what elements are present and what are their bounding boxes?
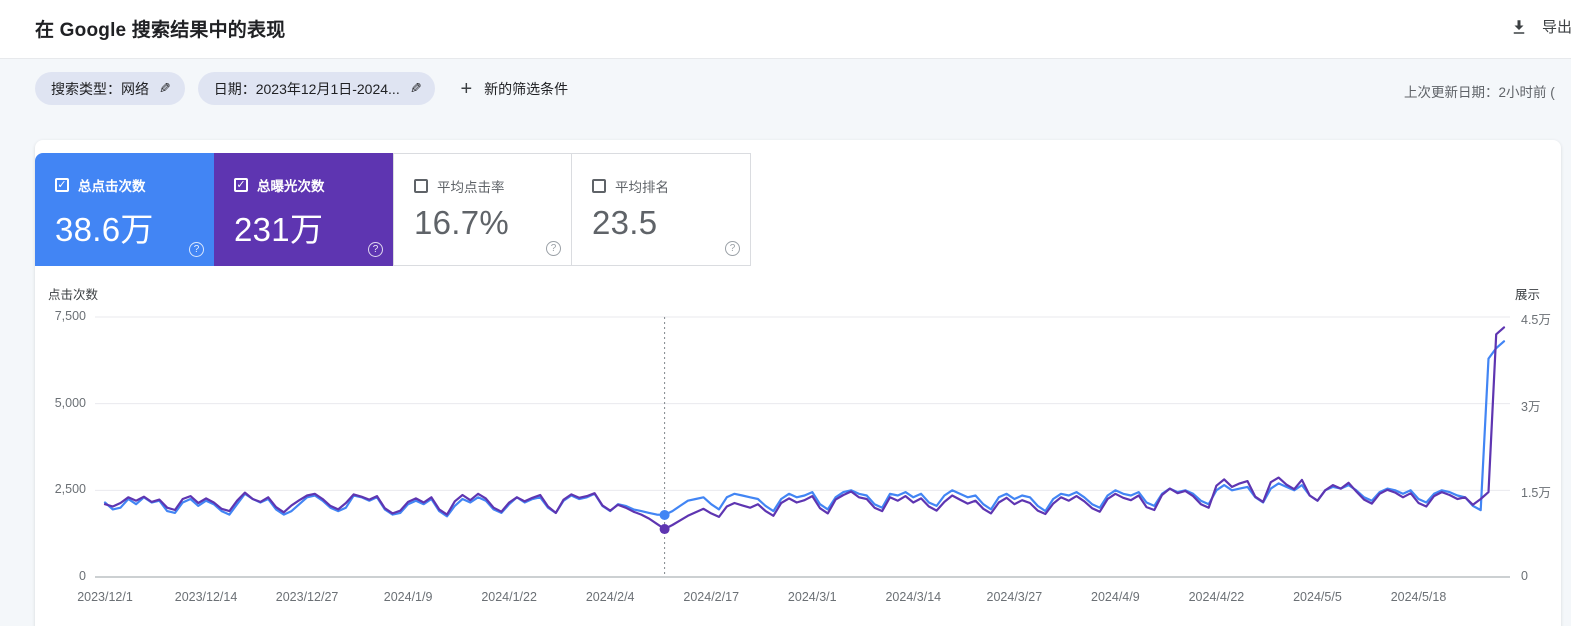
y-axis-tick-right: 0 — [1521, 569, 1528, 583]
performance-line-chart[interactable] — [95, 316, 1510, 578]
edit-pencil-icon[interactable]: ✎ — [159, 80, 171, 97]
filter-row: 搜索类型：网络 ✎ 日期：2023年12月1日-2024... ✎ + 新的筛选… — [35, 72, 568, 105]
chart-plot-area[interactable]: 0 2,500 5,000 7,500 0 1.5万 3万 4.5万 2023/12/1 2023… — [55, 309, 1551, 604]
filter-chip-label: 日期：2023年12月1日-2024... — [213, 80, 400, 97]
filter-chip-search-type[interactable]: 搜索类型：网络 ✎ — [35, 72, 185, 105]
impressions-line — [103, 326, 1506, 531]
y-axis-tick-left: 2,500 — [54, 482, 86, 497]
help-icon[interactable]: ? — [368, 242, 383, 257]
x-axis-tick: 2024/3/14 — [885, 590, 942, 604]
y-axis-tick-right: 3万 — [1521, 399, 1541, 414]
plus-icon: + — [460, 77, 473, 100]
right-axis-title: 展示 — [1514, 288, 1540, 302]
download-icon — [1513, 19, 1525, 34]
x-axis-tick: 2024/1/9 — [383, 590, 433, 604]
x-axis-tick: 2024/1/22 — [481, 590, 537, 604]
x-axis-tick: 2024/2/4 — [585, 590, 635, 604]
metric-tab-average-position[interactable]: 平均排名 23.5 ? — [572, 153, 751, 266]
last-update-text: 上次更新日期：2小时前 ( — [1404, 85, 1555, 100]
y-axis-tick-left: 7,500 — [54, 309, 86, 323]
x-axis-tick: 2024/5/5 — [1293, 590, 1342, 604]
impressions-marker-dot — [659, 524, 670, 535]
chart-section: 点击次数 展示 0 2,500 5,000 7,500 0 1.5万 3万 4.5万 2023/… — [35, 280, 1561, 610]
metric-header: 平均排名 — [592, 176, 750, 196]
clicks-marker-dot — [659, 509, 670, 520]
add-filter-label: 新的筛选条件 — [484, 80, 569, 97]
x-axis-tick: 2023/12/27 — [275, 590, 339, 604]
filter-chip-date-range[interactable]: 日期：2023年12月1日-2024... ✎ — [197, 72, 436, 105]
x-axis-tick: 2024/3/1 — [787, 590, 837, 604]
metric-tab-average-ctr[interactable]: 平均点击率 16.7% ? — [393, 153, 572, 266]
metric-header: ✓ 总点击次数 — [55, 175, 214, 195]
add-filter-button[interactable]: + 新的筛选条件 — [460, 79, 568, 99]
left-axis-title: 点击次数 — [48, 288, 99, 302]
checkbox-empty-icon[interactable] — [414, 179, 428, 193]
metric-header: ✓ 总曝光次数 — [234, 175, 393, 195]
edit-pencil-icon[interactable]: ✎ — [410, 80, 422, 97]
export-button[interactable]: 导出 — [1510, 16, 1571, 37]
checkbox-checked-icon[interactable]: ✓ — [55, 178, 69, 192]
metric-tabs: ✓ 总点击次数 38.6万 ? ✓ 总曝光次数 231万 ? 平均点击率 16.… — [35, 153, 1561, 266]
x-axis-tick: 2024/5/18 — [1390, 590, 1447, 604]
metric-header: 平均点击率 — [414, 176, 571, 196]
metric-tab-total-clicks[interactable]: ✓ 总点击次数 38.6万 ? — [35, 153, 214, 266]
y-axis-tick-right: 1.5万 — [1521, 486, 1551, 501]
y-axis-tick-left: 5,000 — [54, 395, 86, 410]
metric-label: 平均排名 — [615, 180, 669, 195]
help-icon[interactable]: ? — [189, 242, 204, 257]
metric-label: 平均点击率 — [437, 180, 505, 195]
y-axis-tick-right: 4.5万 — [1521, 313, 1551, 327]
metric-value: 16.7% — [414, 204, 510, 241]
help-icon[interactable]: ? — [725, 241, 740, 256]
metric-label: 总曝光次数 — [257, 179, 325, 194]
metric-tab-total-impressions[interactable]: ✓ 总曝光次数 231万 ? — [214, 153, 393, 266]
page-title: 在 Google 搜索结果中的表现 — [35, 20, 286, 41]
x-axis-tick: 2024/3/27 — [986, 590, 1043, 604]
x-axis-tick: 2024/4/9 — [1091, 590, 1140, 604]
export-label: 导出 — [1542, 19, 1571, 36]
checkbox-empty-icon[interactable] — [592, 179, 606, 193]
performance-card: ✓ 总点击次数 38.6万 ? ✓ 总曝光次数 231万 ? 平均点击率 16.… — [35, 140, 1561, 626]
x-axis-tick: 2023/12/1 — [77, 590, 133, 604]
help-icon[interactable]: ? — [546, 241, 561, 256]
x-axis-tick: 2024/4/22 — [1188, 590, 1245, 604]
x-axis-tick: 2023/12/14 — [174, 590, 238, 604]
y-axis-tick-left: 0 — [79, 569, 86, 583]
x-axis-tick: 2024/2/17 — [683, 590, 740, 604]
metric-value: 23.5 — [592, 204, 658, 241]
metric-label: 总点击次数 — [78, 179, 146, 194]
filter-chip-label: 搜索类型：网络 — [51, 80, 149, 97]
checkbox-checked-icon[interactable]: ✓ — [234, 178, 248, 192]
